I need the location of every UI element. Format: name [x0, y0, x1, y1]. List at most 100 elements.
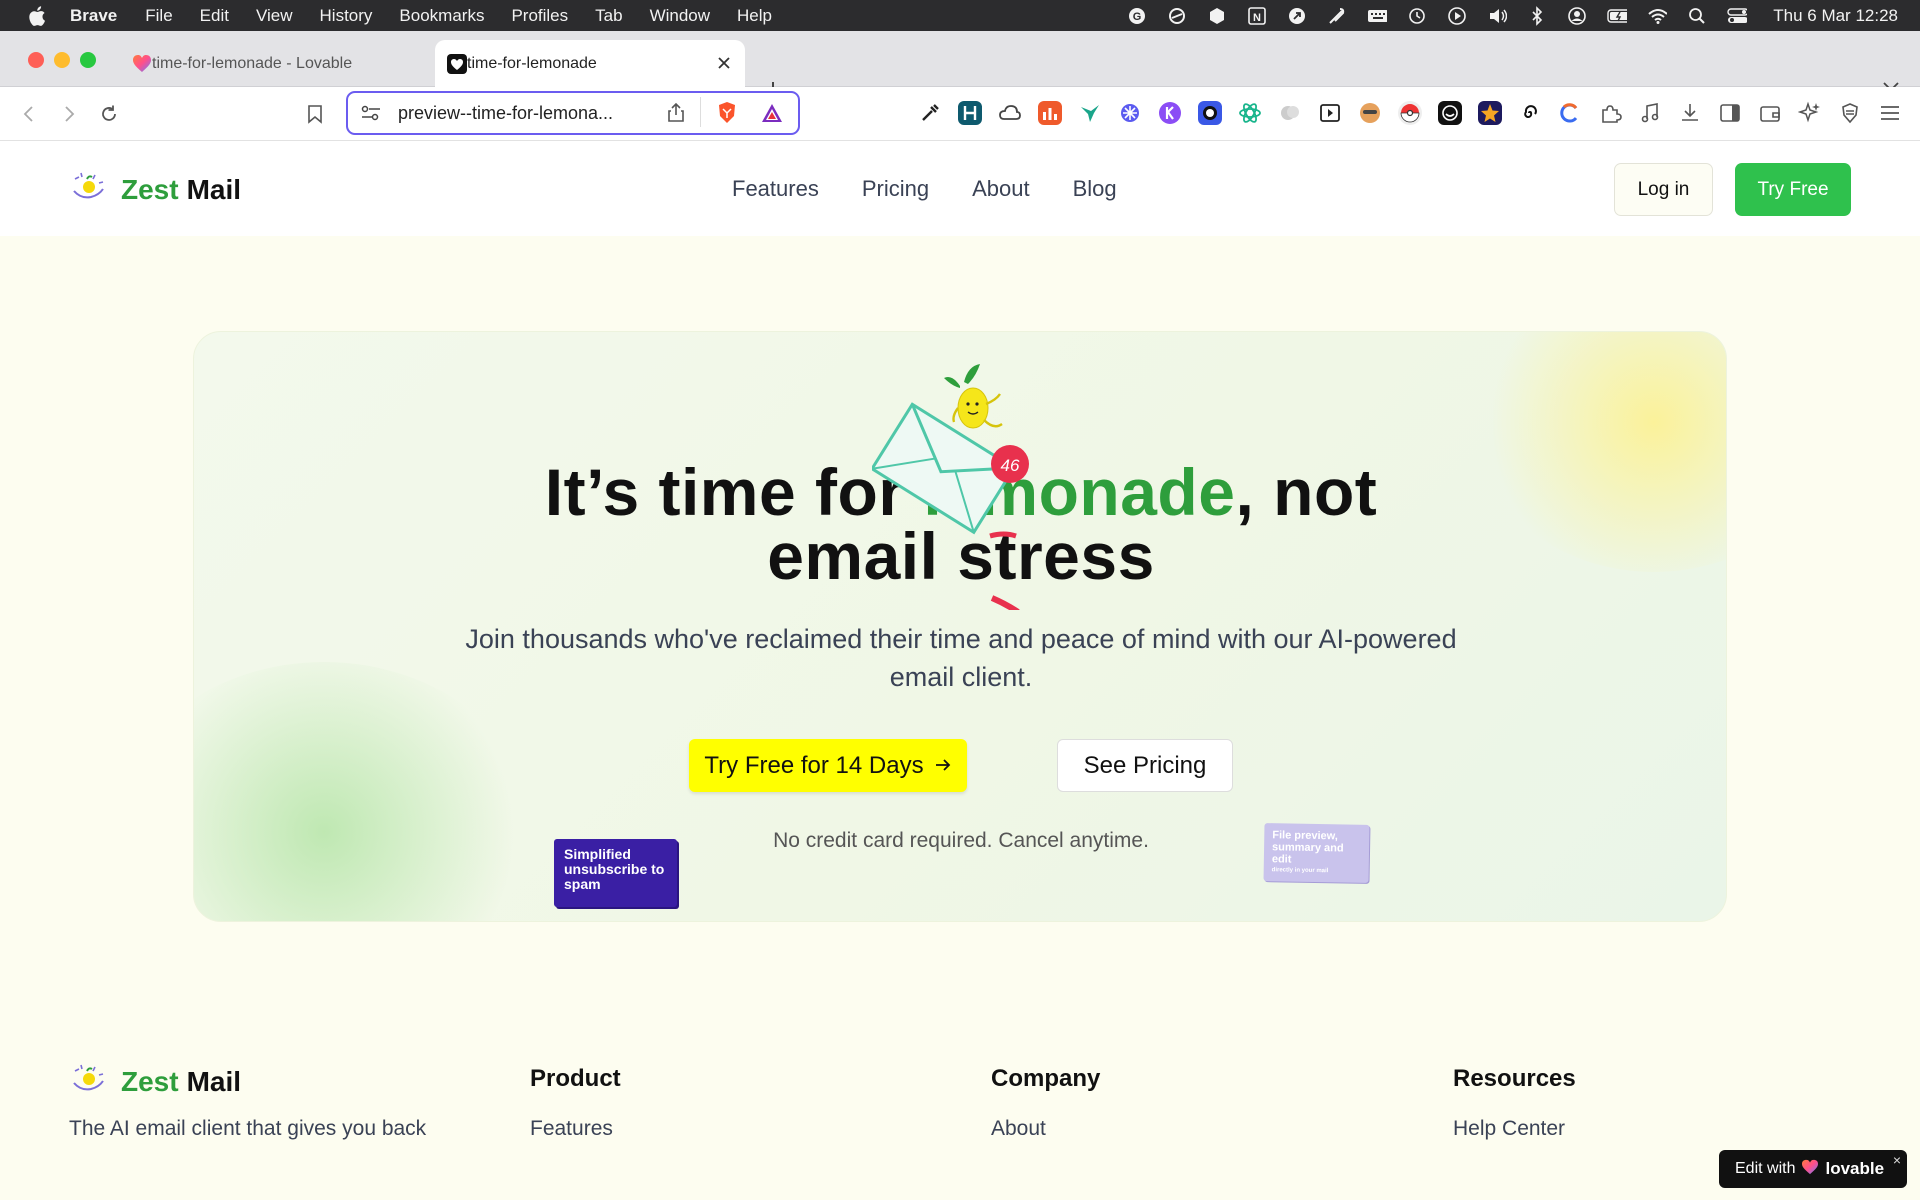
brave-shields-icon[interactable] [716, 101, 738, 130]
login-button[interactable]: Log in [1614, 163, 1713, 216]
hamburger-menu-icon[interactable] [1878, 101, 1902, 125]
edit-with-lovable-badge[interactable]: Edit with lovable × [1719, 1150, 1907, 1188]
play-icon[interactable] [1447, 6, 1467, 25]
k-extension-icon[interactable] [1158, 101, 1182, 125]
window-zoom-button[interactable] [80, 52, 96, 68]
eyedropper-extension-icon[interactable] [918, 101, 942, 125]
footer-brand-mail: Mail [186, 1065, 242, 1097]
downloads-icon[interactable] [1678, 101, 1702, 125]
unread-badge-count: 46 [1001, 456, 1020, 475]
extensions-puzzle-icon[interactable] [1598, 101, 1622, 125]
lovable-badge-close[interactable]: × [1893, 1152, 1901, 1168]
footer-logo[interactable]: Zest Mail [69, 1061, 241, 1102]
webpage: Zest Mail Features Pricing About Blog Lo… [0, 141, 1920, 1200]
back-arrow-icon[interactable] [16, 101, 42, 127]
lovable-brand: lovable [1825, 1159, 1885, 1178]
avatar-extension-icon[interactable] [1358, 101, 1382, 125]
tab-lovable-editor[interactable]: time-for-lemonade - Lovable [120, 40, 430, 87]
menubar-clock[interactable]: Thu 6 Mar 12:28 [1773, 6, 1898, 26]
time-machine-icon[interactable] [1407, 7, 1427, 25]
footer-link-features[interactable]: Features [530, 1117, 613, 1141]
pokeball-extension-icon[interactable] [1398, 101, 1422, 125]
menu-view[interactable]: View [256, 6, 293, 26]
tab-title: time-for-lemonade - Lovable [152, 54, 353, 72]
hummingbird-extension-icon[interactable] [1078, 101, 1102, 125]
apple-menu-icon[interactable] [26, 5, 48, 27]
reload-icon[interactable] [96, 101, 122, 127]
spiral-extension-icon[interactable] [1518, 101, 1542, 125]
media-extension-icon[interactable] [1318, 101, 1342, 125]
sidebar-icon[interactable] [1718, 101, 1742, 125]
face-extension-icon[interactable] [1438, 101, 1462, 125]
menu-profiles[interactable]: Profiles [511, 6, 568, 26]
star-extension-icon[interactable] [1478, 101, 1502, 125]
status-circle-icon[interactable] [1167, 7, 1187, 25]
nav-link-about[interactable]: About [972, 176, 1030, 202]
atom-extension-icon[interactable] [1238, 101, 1262, 125]
notion-icon[interactable]: N [1247, 6, 1267, 25]
forward-arrow-icon[interactable] [56, 101, 82, 127]
vpn-shield-icon[interactable] [1838, 101, 1862, 125]
brand-zest: Zest [121, 173, 179, 205]
control-center-icon[interactable] [1727, 7, 1748, 25]
window-minimize-button[interactable] [54, 52, 70, 68]
cta-primary-label: Try Free for 14 Days [704, 751, 924, 779]
arrow-badge-icon[interactable] [1287, 7, 1307, 25]
menu-file[interactable]: File [145, 6, 172, 26]
spotlight-search-icon[interactable] [1687, 7, 1707, 25]
address-bar[interactable]: preview--time-for-lemona... [346, 91, 800, 135]
app-menu-brave[interactable]: Brave [70, 6, 117, 26]
file-preview-sticker-title: File preview, summary and edit [1271, 829, 1344, 866]
site-logo[interactable]: Zest Mail [69, 169, 241, 210]
bookmark-icon[interactable] [302, 101, 328, 127]
wifi-icon[interactable] [1647, 7, 1668, 25]
sparkle-extension-icon[interactable] [1118, 101, 1142, 125]
browser-toolbar: preview--time-for-lemona... [0, 87, 1920, 141]
try-free-14-days-button[interactable]: Try Free for 14 Days [689, 739, 967, 792]
macos-menu-bar: Brave File Edit View History Bookmarks P… [0, 0, 1920, 31]
svg-text:N: N [1253, 12, 1261, 24]
footer-link-help-center[interactable]: Help Center [1453, 1117, 1565, 1141]
window-close-button[interactable] [28, 52, 44, 68]
h-extension-icon[interactable] [958, 101, 982, 125]
leo-ai-sparkle-icon[interactable] [1797, 101, 1822, 125]
footer-heading-resources: Resources [1453, 1065, 1576, 1092]
bluetooth-icon[interactable] [1527, 5, 1547, 26]
try-free-button[interactable]: Try Free [1735, 163, 1851, 216]
menu-tab[interactable]: Tab [595, 6, 622, 26]
lovable-heart-icon [1801, 1159, 1819, 1180]
chart-extension-icon[interactable] [1038, 101, 1062, 125]
tab-time-for-lemonade[interactable]: time-for-lemonade [435, 40, 745, 87]
blob-extension-icon[interactable] [1278, 101, 1302, 125]
music-icon[interactable] [1638, 101, 1662, 125]
footer-brand-zest: Zest [121, 1065, 179, 1097]
grammarly-icon[interactable]: G [1127, 7, 1147, 25]
nav-link-blog[interactable]: Blog [1073, 176, 1117, 202]
user-account-icon[interactable] [1567, 6, 1587, 25]
cube-icon[interactable] [1207, 7, 1227, 25]
menu-help[interactable]: Help [737, 6, 772, 26]
keyboard-icon[interactable] [1367, 7, 1388, 25]
lemon-logo-icon [69, 1061, 107, 1102]
menu-bookmarks[interactable]: Bookmarks [399, 6, 484, 26]
brave-rewards-icon[interactable] [760, 102, 784, 129]
site-navbar: Zest Mail Features Pricing About Blog Lo… [0, 141, 1920, 236]
see-pricing-button[interactable]: See Pricing [1057, 739, 1233, 792]
menu-history[interactable]: History [320, 6, 373, 26]
nav-link-features[interactable]: Features [732, 176, 819, 202]
tab-close-icon[interactable] [713, 52, 735, 74]
file-preview-sticker-small: directly in your mail [1271, 867, 1329, 875]
cloud-extension-icon[interactable] [998, 101, 1022, 125]
menu-window[interactable]: Window [650, 6, 710, 26]
battery-icon[interactable] [1607, 7, 1628, 25]
feather-icon[interactable] [1327, 7, 1347, 25]
menu-edit[interactable]: Edit [200, 6, 229, 26]
record-extension-icon[interactable] [1198, 101, 1222, 125]
wallet-icon[interactable] [1758, 101, 1782, 125]
footer-link-about[interactable]: About [991, 1117, 1046, 1141]
share-icon[interactable] [666, 102, 686, 129]
volume-icon[interactable] [1487, 7, 1508, 25]
c-extension-icon[interactable] [1558, 101, 1582, 125]
site-settings-icon[interactable] [360, 103, 382, 128]
nav-link-pricing[interactable]: Pricing [862, 176, 929, 202]
